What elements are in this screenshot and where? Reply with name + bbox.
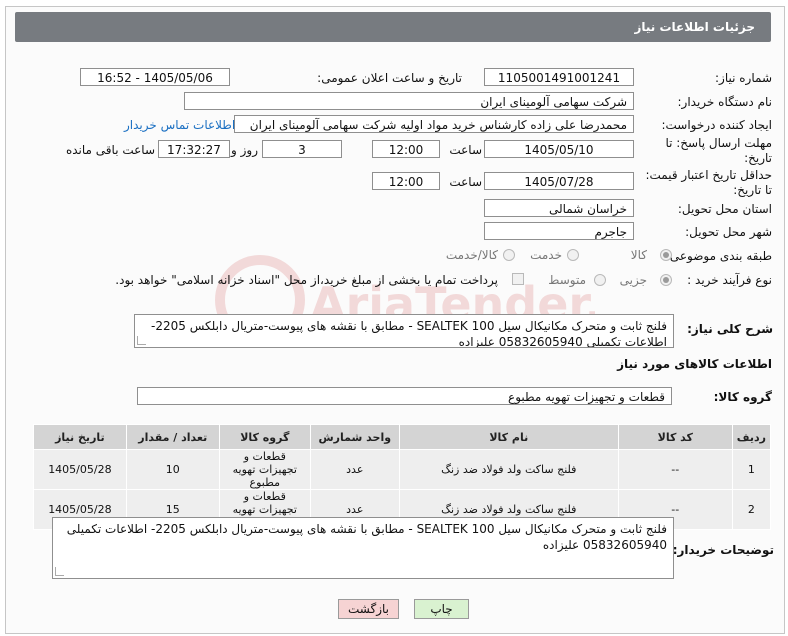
goods-table-header: ردیف کد کالا نام کالا واحد شمارش گروه کا…	[33, 424, 772, 450]
col-row: ردیف	[731, 424, 772, 450]
description-text: فلنج ثابت و متحرک مکانیکال سیل SEALTEK 1…	[151, 319, 667, 348]
item-unit: عدد	[309, 449, 400, 490]
goods-table: ردیف کد کالا نام کالا واحد شمارش گروه کا…	[33, 424, 772, 530]
process-label: نوع فرآیند خرید :	[687, 273, 772, 287]
category-radio-goods-service[interactable]	[503, 249, 515, 261]
col-unit: واحد شمارش	[309, 424, 400, 450]
validity-label-2: تا تاریخ:	[733, 183, 772, 197]
col-quantity: تعداد / مقدار	[125, 424, 220, 450]
page-header: جزئیات اطلاعات نیاز	[15, 12, 771, 42]
province-field: خراسان شمالی	[484, 199, 634, 217]
days-label: روز و	[231, 143, 258, 157]
description-textarea[interactable]: فلنج ثابت و متحرک مکانیکال سیل SEALTEK 1…	[134, 314, 674, 348]
col-name: نام کالا	[398, 424, 619, 450]
treasury-payment-checkbox[interactable]	[512, 273, 524, 285]
province-label: استان محل تحویل:	[677, 202, 772, 216]
process-radio-minor[interactable]	[660, 274, 672, 286]
city-field: جاجرم	[484, 222, 634, 240]
item-need-date: 1405/05/28	[33, 449, 127, 490]
time-remaining-field: 17:32:27	[158, 140, 230, 158]
validity-time-label: ساعت	[449, 175, 482, 189]
goods-group-label: گروه کالا:	[713, 390, 772, 404]
buyer-notes-label: توضیحات خریدار:	[672, 543, 774, 557]
buyer-contact-link[interactable]: اطلاعات تماس خریدار	[124, 118, 235, 132]
announce-datetime-field: 1405/05/06 - 16:52	[80, 68, 230, 86]
col-group: گروه کالا	[218, 424, 311, 450]
buyer-org-field: شرکت سهامی آلومینای ایران	[184, 92, 634, 110]
deadline-label-2: تاریخ:	[744, 151, 772, 165]
goods-group-field: قطعات و تجهیزات تهویه مطبوع	[137, 387, 672, 405]
process-option-minor: جزیی	[619, 273, 647, 287]
col-need-date: تاریخ نیاز	[33, 424, 127, 450]
deadline-time-field: 12:00	[372, 140, 440, 158]
category-option-service: خدمت	[530, 248, 562, 262]
buyer-org-label: نام دستگاه خریدار:	[677, 95, 773, 109]
need-number-label: شماره نیاز:	[715, 71, 772, 85]
item-name: فلنج ساکت ولد فولاد ضد زنگ	[398, 449, 619, 490]
resize-grip-icon[interactable]	[55, 567, 64, 576]
deadline-label-1: مهلت ارسال پاسخ: تا	[665, 136, 772, 150]
description-label: شرح کلی نیاز:	[687, 322, 773, 336]
category-option-goods: کالا	[630, 248, 647, 262]
process-option-medium: متوسط	[548, 273, 586, 287]
resize-grip-icon[interactable]	[137, 336, 146, 345]
deadline-date-field: 1405/05/10	[484, 140, 634, 158]
table-row: 1 -- فلنج ساکت ولد فولاد ضد زنگ عدد قطعا…	[33, 449, 772, 490]
print-button[interactable]: چاپ	[414, 599, 469, 619]
city-label: شهر محل تحویل:	[685, 225, 772, 239]
row-number: 2	[731, 489, 772, 530]
col-code: کد کالا	[617, 424, 733, 450]
page-title: جزئیات اطلاعات نیاز	[634, 20, 755, 34]
deadline-time-label: ساعت	[449, 143, 482, 157]
category-label: طبقه بندی موضوعی:	[665, 249, 772, 263]
item-group: قطعات و تجهیزات تهویه مطبوع	[218, 449, 311, 490]
announce-label: تاریخ و ساعت اعلان عمومی:	[317, 71, 462, 85]
goods-section-title: اطلاعات کالاهای مورد نیاز	[617, 357, 772, 371]
category-radio-goods[interactable]	[660, 249, 672, 261]
category-radio-service[interactable]	[567, 249, 579, 261]
process-radio-medium[interactable]	[594, 274, 606, 286]
item-quantity: 10	[125, 449, 220, 490]
back-button[interactable]: بازگشت	[338, 599, 399, 619]
need-number-field: 1105001491001241	[484, 68, 634, 86]
validity-label-1: حداقل تاریخ اعتبار قیمت:	[645, 168, 772, 182]
treasury-payment-note: پرداخت تمام یا بخشی از مبلغ خرید،از محل …	[115, 273, 498, 287]
row-number: 1	[731, 449, 772, 490]
time-remaining-label: ساعت باقی مانده	[65, 143, 155, 157]
category-option-goods-service: کالا/خدمت	[445, 248, 498, 262]
validity-date-field: 1405/07/28	[484, 172, 634, 190]
creator-label: ایجاد کننده درخواست:	[661, 118, 772, 132]
item-code: --	[617, 449, 733, 490]
days-remaining-field: 3	[262, 140, 342, 158]
buyer-notes-text: فلنج ثابت و متحرک مکانیکال سیل SEALTEK 1…	[66, 522, 667, 552]
creator-field: محمدرضا علی زاده کارشناس خرید مواد اولیه…	[234, 115, 634, 133]
buyer-notes-textarea[interactable]: فلنج ثابت و متحرک مکانیکال سیل SEALTEK 1…	[52, 517, 674, 579]
validity-time-field: 12:00	[372, 172, 440, 190]
